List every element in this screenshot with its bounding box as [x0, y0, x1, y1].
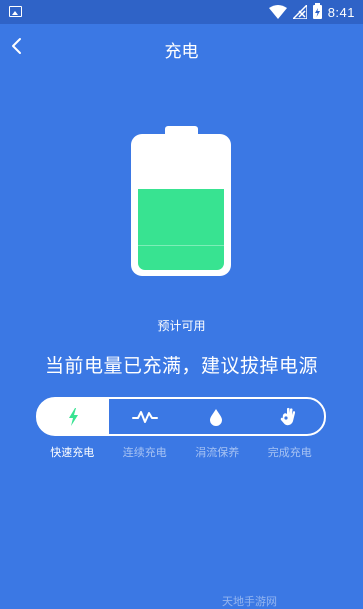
- stage-trickle-maintenance[interactable]: [181, 399, 253, 434]
- ok-hand-icon: [280, 407, 296, 425]
- stage-label-fast-charge: 快速充电: [50, 446, 95, 459]
- battery-fill: [138, 189, 224, 270]
- battery-body: [131, 134, 231, 276]
- stage-label-continuous-charge: 连续充电: [122, 446, 167, 459]
- charge-status-message: 当前电量已充满，建议拔掉电源: [44, 355, 318, 377]
- status-icons: 8:41: [268, 3, 355, 20]
- wifi-icon: [268, 5, 287, 19]
- droplet-icon: [210, 408, 223, 426]
- stage-charge-complete[interactable]: [252, 399, 324, 434]
- battery-icon: [312, 3, 322, 19]
- battery-fill-divider: [138, 245, 224, 246]
- signal-icon: [292, 5, 307, 19]
- status-bar: 8:41: [0, 0, 363, 24]
- stage-label-charge-complete: 完成充电: [267, 446, 312, 459]
- pulse-icon: [131, 410, 158, 423]
- stage-fast-charge[interactable]: [37, 398, 109, 435]
- stage-label-trickle-maintenance: 涓流保养: [195, 446, 240, 459]
- stage-continuous-charge[interactable]: [109, 399, 181, 434]
- page-title: 充电: [164, 42, 199, 62]
- image-icon: [9, 6, 22, 17]
- battery-graphic: [131, 126, 231, 276]
- stage-labels: 快速充电 连续充电 涓流保养 完成充电: [36, 444, 326, 460]
- charge-stage-bar: [36, 397, 326, 436]
- lightning-icon: [68, 407, 78, 426]
- estimate-label: 预计可用: [157, 319, 206, 333]
- app-header: 充电: [0, 24, 363, 70]
- status-time: 8:41: [327, 4, 355, 20]
- watermark: 天地手游网: [222, 595, 277, 608]
